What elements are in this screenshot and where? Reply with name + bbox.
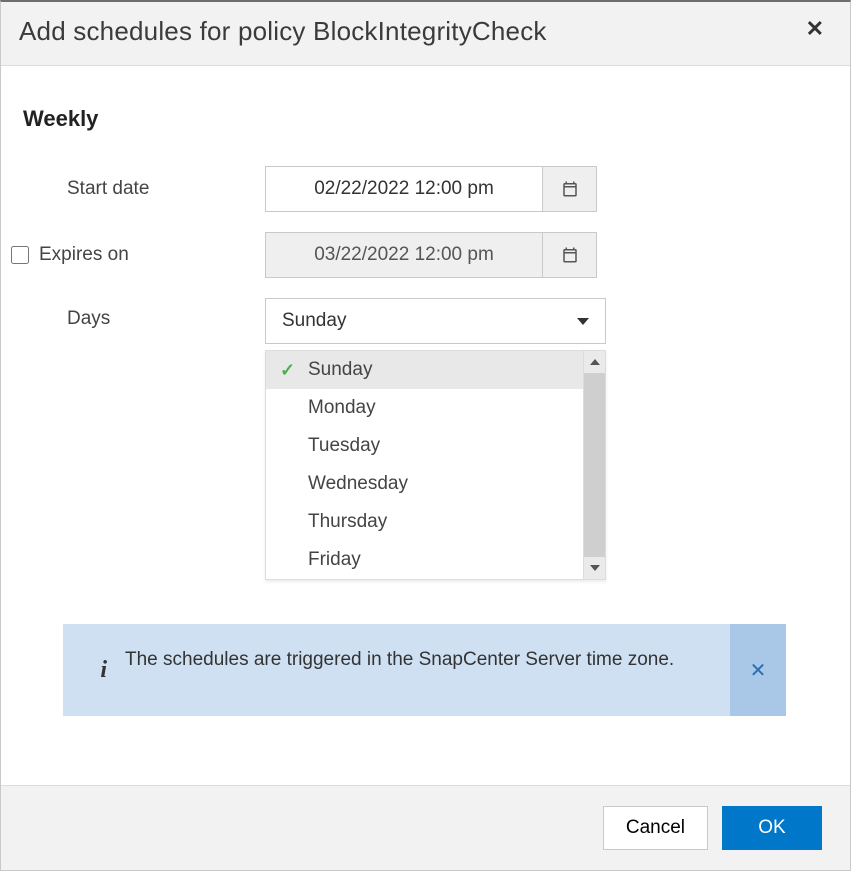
day-option-label: Sunday — [308, 359, 372, 381]
row-start-date: Start date — [39, 166, 816, 212]
info-text: The schedules are triggered in the SnapC… — [111, 624, 730, 716]
day-option-sunday[interactable]: ✓ Sunday — [266, 351, 583, 389]
dialog-body: Weekly Start date Expire — [1, 66, 850, 785]
ok-button[interactable]: OK — [722, 806, 822, 850]
dialog-footer: Cancel OK — [1, 785, 850, 870]
expires-on-label-text: Expires on — [39, 244, 129, 266]
days-label: Days — [39, 298, 265, 330]
start-date-group — [265, 166, 597, 212]
day-option-wednesday[interactable]: Wednesday — [266, 465, 583, 503]
calendar-icon[interactable] — [543, 166, 597, 212]
dialog-header: Add schedules for policy BlockIntegrityC… — [1, 2, 850, 66]
days-label-text: Days — [67, 308, 110, 330]
row-expires-on: Expires on — [39, 232, 816, 278]
dialog-title: Add schedules for policy BlockIntegrityC… — [19, 16, 800, 47]
scroll-down-icon[interactable] — [584, 557, 605, 579]
days-select[interactable]: Sunday ✓ Sunday Monday — [265, 298, 606, 344]
info-icon: i — [63, 624, 111, 716]
expires-on-input[interactable] — [265, 232, 543, 278]
dropdown-scrollbar[interactable] — [583, 351, 605, 579]
start-date-label-text: Start date — [67, 178, 149, 200]
days-dropdown-list: ✓ Sunday Monday Tuesday — [266, 351, 583, 579]
scrollbar-track[interactable] — [584, 373, 605, 557]
start-date-input[interactable] — [265, 166, 543, 212]
day-option-label: Monday — [308, 397, 376, 419]
day-option-label: Thursday — [308, 511, 387, 533]
expires-on-checkbox[interactable] — [11, 246, 29, 264]
cancel-button[interactable]: Cancel — [603, 806, 708, 850]
day-option-label: Tuesday — [308, 435, 380, 457]
close-icon[interactable]: ✕ — [730, 624, 786, 716]
day-option-tuesday[interactable]: Tuesday — [266, 427, 583, 465]
day-option-friday[interactable]: Friday — [266, 541, 583, 579]
chevron-down-icon — [577, 318, 589, 325]
day-option-monday[interactable]: Monday — [266, 389, 583, 427]
calendar-icon[interactable] — [543, 232, 597, 278]
close-icon[interactable]: ✕ — [800, 16, 830, 42]
section-heading: Weekly — [23, 106, 816, 132]
info-banner: i The schedules are triggered in the Sna… — [63, 624, 786, 716]
day-option-thursday[interactable]: Thursday — [266, 503, 583, 541]
form-rows: Start date Expires on — [23, 166, 816, 364]
add-schedules-dialog: Add schedules for policy BlockIntegrityC… — [0, 0, 851, 871]
start-date-label: Start date — [39, 178, 265, 200]
days-selected-value: Sunday — [282, 310, 346, 332]
expires-on-label: Expires on — [11, 244, 265, 266]
day-option-label: Wednesday — [308, 473, 408, 495]
expires-on-group — [265, 232, 597, 278]
days-select-display[interactable]: Sunday — [265, 298, 606, 344]
check-icon: ✓ — [280, 360, 302, 381]
day-option-label: Friday — [308, 549, 361, 571]
scroll-up-icon[interactable] — [584, 351, 605, 373]
days-dropdown: ✓ Sunday Monday Tuesday — [265, 350, 606, 580]
row-days: Days Sunday ✓ Sunday — [39, 298, 816, 344]
